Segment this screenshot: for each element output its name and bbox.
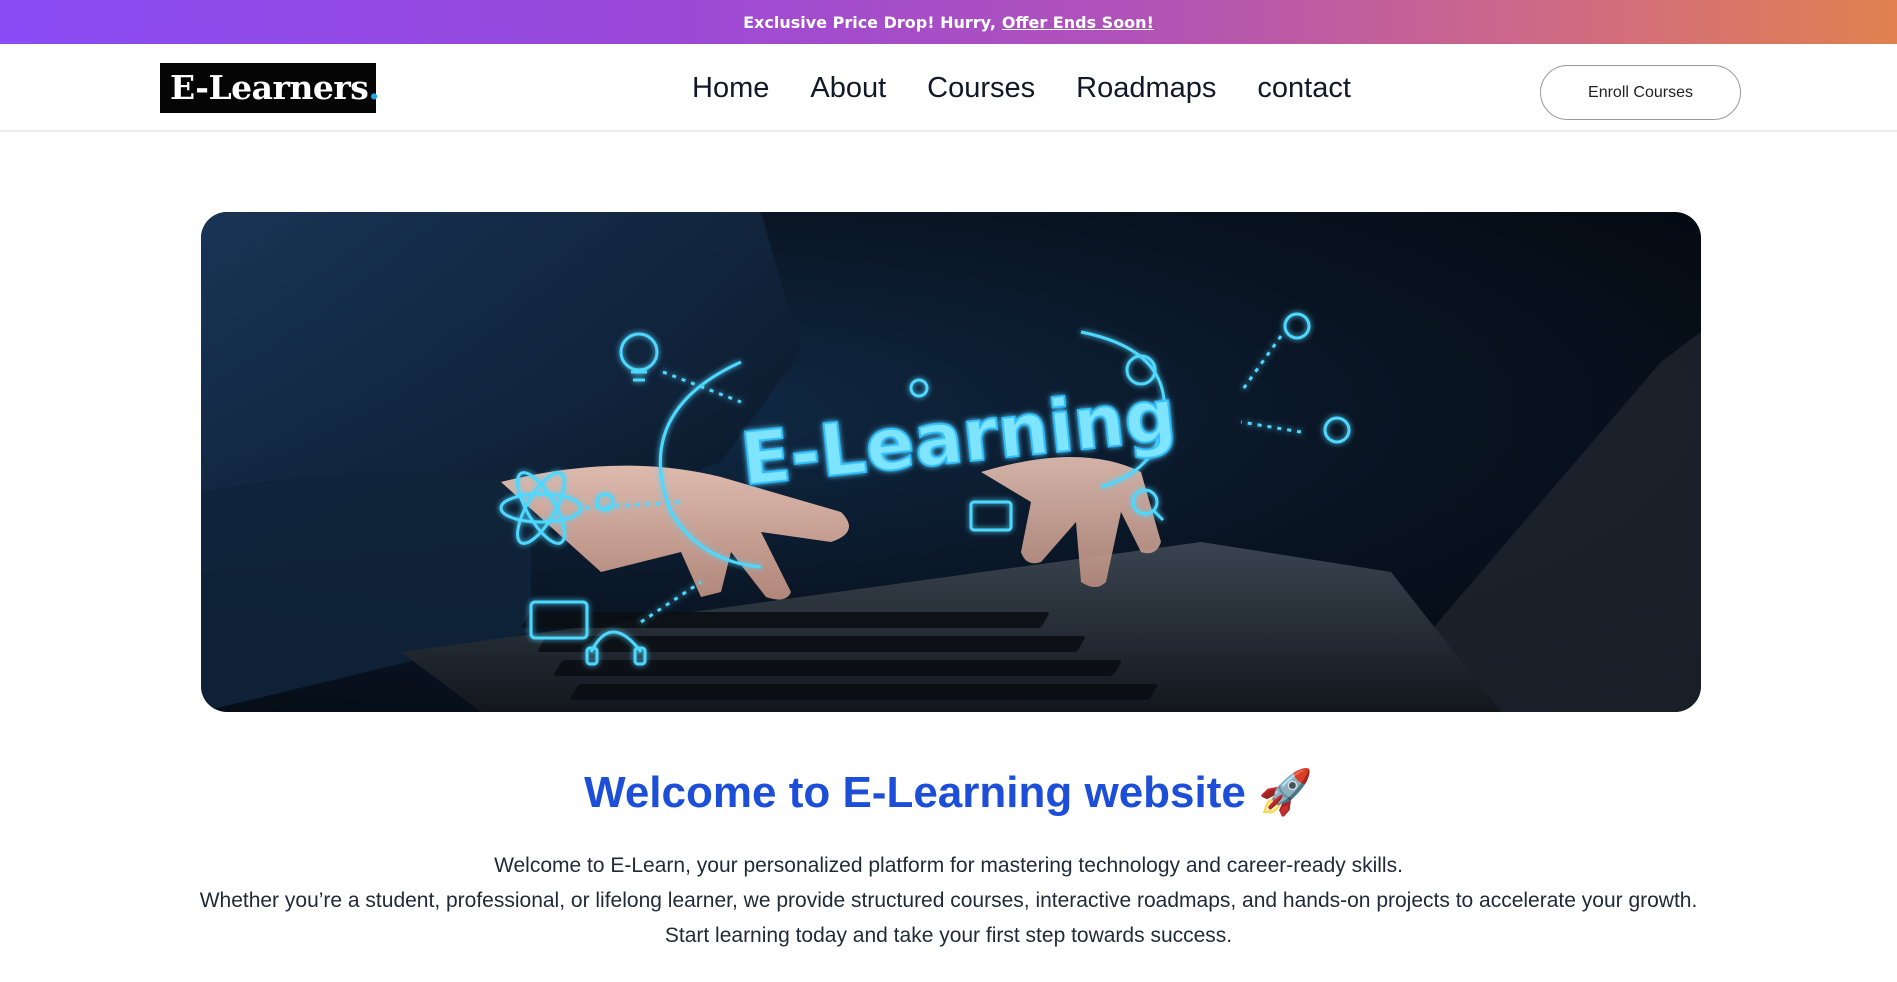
promo-bar: Exclusive Price Drop! Hurry, Offer Ends … [0,0,1897,44]
nav-contact[interactable]: contact [1257,72,1351,105]
nav-home[interactable]: Home [692,72,769,105]
main-nav: Home About Courses Roadmaps contact [692,66,1351,110]
welcome-line-1: Welcome to E-Learn, your personalized pl… [494,854,1403,877]
logo-text: E-Learners [170,68,369,107]
logo-dot: . [368,68,380,107]
welcome-line-3: Start learning today and take your first… [664,924,1233,947]
nav-about[interactable]: About [810,72,886,105]
dotted-line-5 [1240,420,1302,434]
enroll-courses-button[interactable]: Enroll Courses [1540,65,1741,120]
welcome-description: Welcome to E-Learn, your personalized pl… [0,848,1897,953]
document-icon [969,500,1013,532]
gear-icon [1323,416,1351,444]
offer-link[interactable]: Offer Ends Soon! [1002,13,1154,32]
nav-courses[interactable]: Courses [927,72,1035,105]
welcome-line-2: Whether you’re a student, professional, … [199,889,1698,912]
location-pin-icon [909,378,929,398]
welcome-title: Welcome to E-Learning website 🚀 [0,766,1897,818]
nav-roadmaps[interactable]: Roadmaps [1076,72,1216,105]
gear-small-icon [1283,312,1311,340]
site-logo[interactable]: E-Learners. [160,63,380,113]
dotted-line-4 [1239,335,1283,393]
promo-text: Exclusive Price Drop! Hurry, [743,12,996,32]
hero-image: E-Learning [201,212,1701,712]
welcome-title-text: Welcome to E-Learning website [584,768,1246,817]
site-header: E-Learners. Home About Courses Roadmaps … [0,44,1897,132]
hero-illustration: E-Learning [201,212,1701,712]
rocket-icon: 🚀 [1258,768,1313,817]
